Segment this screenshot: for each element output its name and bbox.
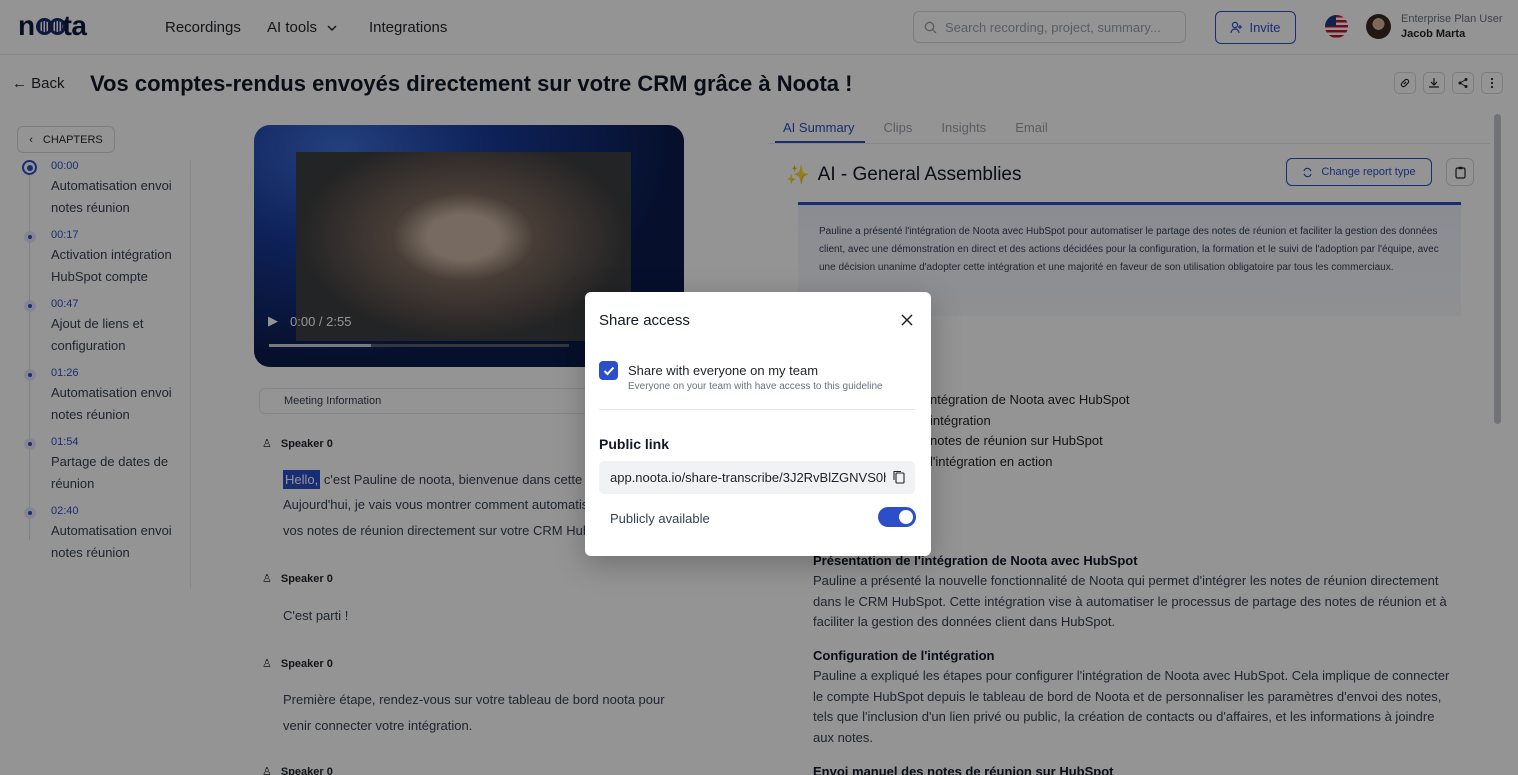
publicly-available-label: Publicly available [610, 511, 710, 526]
public-link-text: app.noota.io/share-transcribe/3J2RvBlZGN… [610, 470, 886, 485]
share-team-description: Everyone on your team with have access t… [628, 381, 883, 392]
public-link-field[interactable]: app.noota.io/share-transcribe/3J2RvBlZGN… [599, 461, 915, 494]
modal-divider [599, 409, 915, 410]
share-team-checkbox[interactable] [599, 361, 618, 380]
check-icon [603, 366, 614, 375]
publicly-available-toggle[interactable] [878, 507, 916, 527]
modal-title: Share access [599, 312, 690, 329]
close-icon [901, 314, 913, 326]
close-button[interactable] [898, 311, 916, 329]
copy-icon[interactable] [893, 470, 905, 484]
share-access-modal: Share access Share with everyone on my t… [585, 292, 931, 556]
public-link-title: Public link [599, 436, 670, 452]
share-team-label: Share with everyone on my team [628, 363, 819, 378]
